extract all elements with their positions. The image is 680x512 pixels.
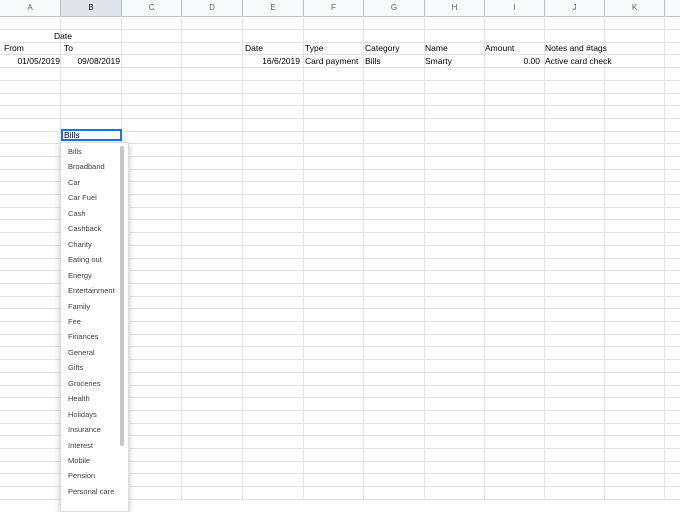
dropdown-option[interactable]: Car Fuel: [68, 192, 97, 204]
header-notes: Notes and #tags: [545, 43, 607, 53]
dropdown-scrollbar[interactable]: [120, 146, 124, 446]
grid-hline: [0, 93, 680, 94]
dropdown-option[interactable]: Bills: [68, 146, 82, 158]
dropdown-option[interactable]: Charity: [68, 239, 92, 251]
column-header-f[interactable]: F: [304, 0, 364, 16]
dropdown-option[interactable]: Insurance: [68, 424, 101, 436]
dropdown-option[interactable]: Interest: [68, 440, 93, 452]
dropdown-option[interactable]: Health: [68, 393, 90, 405]
cell-from-label: From: [4, 43, 24, 53]
dropdown-option[interactable]: Energy: [68, 270, 92, 282]
header-date: Date: [245, 43, 263, 53]
dropdown-option[interactable]: Cash: [68, 208, 86, 220]
dropdown-option[interactable]: Pension: [68, 470, 95, 482]
dropdown-option[interactable]: Groceries: [68, 378, 101, 390]
cell-from-value[interactable]: 01/05/2019: [0, 55, 62, 67]
column-header-k[interactable]: K: [605, 0, 665, 16]
dropdown-option[interactable]: Eating out: [68, 254, 102, 266]
header-type: Type: [305, 43, 324, 53]
column-header-i[interactable]: I: [485, 0, 545, 16]
header-amount: Amount: [485, 43, 515, 53]
grid-hline: [0, 80, 680, 81]
row-name[interactable]: Smarty: [423, 55, 483, 67]
dropdown-option[interactable]: Family: [68, 301, 90, 313]
cell-b-date-label: Date: [54, 31, 72, 41]
dropdown-option[interactable]: Fee: [68, 316, 81, 328]
column-header-a[interactable]: A: [0, 0, 61, 16]
category-dropdown[interactable]: Bills Broadband Car Car Fuel Cash Cashback Cha…: [60, 142, 129, 512]
grid-hline: [0, 67, 680, 68]
dropdown-option[interactable]: Broadband: [68, 161, 105, 173]
grid-hline: [0, 105, 680, 106]
column-header-j[interactable]: J: [545, 0, 605, 16]
active-cell-editor[interactable]: Bills: [61, 129, 122, 141]
dropdown-option[interactable]: Cashback: [68, 223, 101, 235]
row-type[interactable]: Card payment: [303, 55, 363, 67]
dropdown-option[interactable]: Car: [68, 177, 80, 189]
dropdown-option[interactable]: Personal care: [68, 486, 114, 498]
dropdown-option[interactable]: Gifts: [68, 362, 83, 374]
column-header-d[interactable]: D: [182, 0, 243, 16]
header-category: Category: [365, 43, 400, 53]
row-category[interactable]: Bills: [363, 55, 423, 67]
column-header-h[interactable]: H: [425, 0, 485, 16]
cell-to-value[interactable]: 09/08/2019: [62, 55, 122, 67]
column-header-b[interactable]: B: [61, 0, 122, 16]
dropdown-option[interactable]: Finances: [68, 331, 98, 343]
row-notes[interactable]: Active card check: [543, 55, 613, 67]
column-header-e[interactable]: E: [243, 0, 304, 16]
grid-hline: [0, 118, 680, 119]
column-header-g[interactable]: G: [364, 0, 425, 16]
header-name: Name: [425, 43, 448, 53]
dropdown-option[interactable]: Mobile: [68, 455, 90, 467]
row-date[interactable]: 16/6/2019: [242, 55, 302, 67]
dropdown-option[interactable]: General: [68, 347, 95, 359]
column-header-c[interactable]: C: [122, 0, 182, 16]
dropdown-option[interactable]: Entertainment: [68, 285, 115, 297]
dropdown-option[interactable]: Holidays: [68, 409, 97, 421]
column-header-row: ABCDEFGHIJK: [0, 0, 680, 17]
spreadsheet: ABCDEFGHIJK Date From To 01/05/2019 09/0…: [0, 0, 680, 512]
row-amount[interactable]: 0.00: [482, 55, 542, 67]
cell-to-label: To: [64, 43, 73, 53]
